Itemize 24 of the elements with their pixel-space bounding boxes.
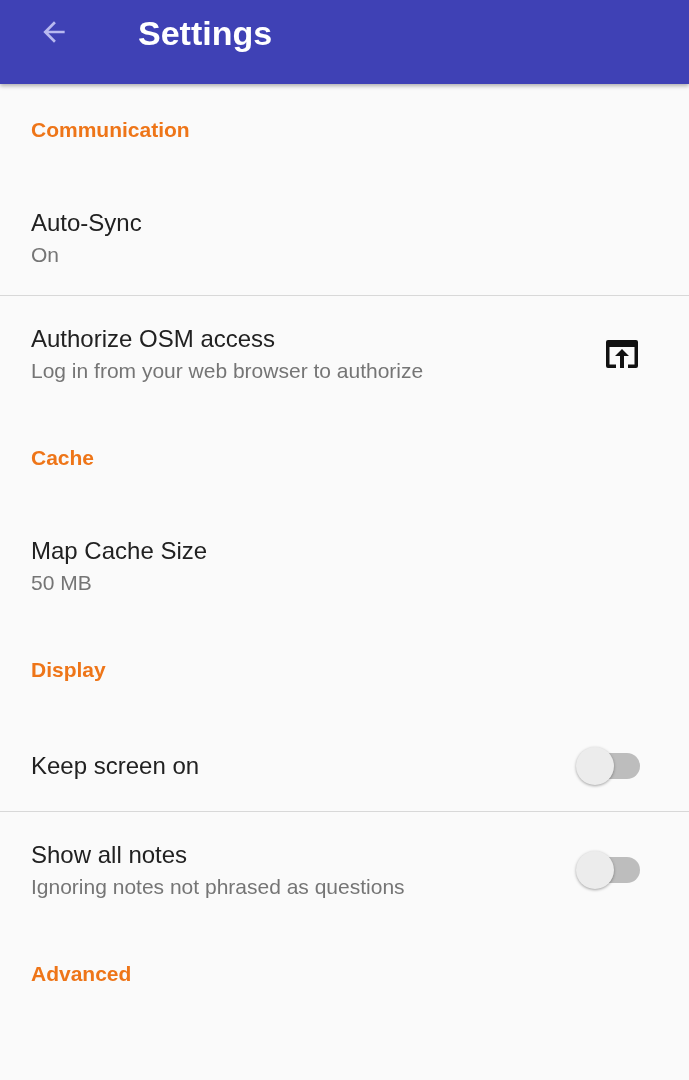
screen-title: Settings [138, 13, 273, 53]
preference-title: Keep screen on [31, 751, 201, 780]
open-in-browser-icon [604, 337, 640, 370]
preference-title: Show all notes [31, 840, 189, 869]
preference-title: Authorize OSM access [31, 324, 277, 353]
switch-thumb[interactable] [576, 850, 614, 889]
preference-item[interactable]: Show all notes Ignoring notes not phrased as questions [0, 812, 689, 928]
switch-thumb[interactable] [576, 746, 614, 785]
preference-title: Map Cache Size [31, 536, 209, 565]
preference-title: Auto-Sync [31, 208, 143, 237]
preference-item[interactable]: Authorize OSM access Log in from your web browser to authorize [0, 296, 689, 412]
toggle-switch[interactable] [576, 745, 640, 786]
preference-summary: Ignoring notes not phrased as questions [31, 874, 406, 899]
category-title: Advanced [30, 961, 133, 987]
preference-summary: Log in from your web browser to authorize [31, 358, 425, 383]
toggle-switch[interactable] [576, 849, 640, 890]
category-title: Display [30, 657, 107, 683]
preference-item[interactable]: Map Cache Size 50 MB [0, 508, 689, 624]
category-title: Cache [30, 445, 96, 471]
category-title: Communication [30, 117, 191, 143]
preference-summary: On [31, 242, 60, 267]
preference-summary: 50 MB [31, 570, 93, 595]
preference-item[interactable]: Auto-Sync On [0, 180, 689, 296]
preference-item[interactable]: Keep screen on [0, 720, 689, 812]
